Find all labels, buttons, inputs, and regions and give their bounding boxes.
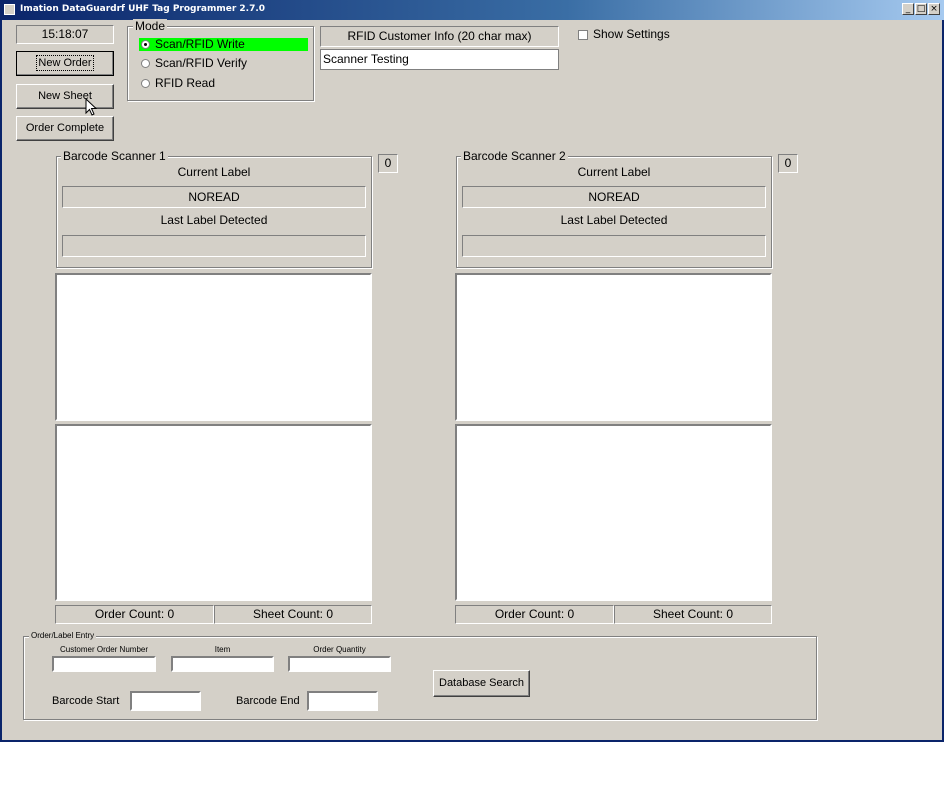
item-input[interactable] bbox=[171, 656, 274, 672]
barcode-scanner-2-legend: Barcode Scanner 2 bbox=[461, 149, 568, 163]
mouse-cursor-icon bbox=[85, 98, 97, 116]
scanner-1-sheet-count: Sheet Count: 0 bbox=[214, 605, 372, 624]
database-search-label: Database Search bbox=[439, 677, 524, 689]
scanner-1-log-list-bottom[interactable] bbox=[55, 424, 372, 601]
show-settings-checkbox[interactable] bbox=[578, 30, 588, 40]
scanner-2-last-label-title: Last Label Detected bbox=[560, 213, 668, 227]
mode-label-read[interactable]: RFID Read bbox=[155, 76, 215, 90]
barcode-scanner-1-legend: Barcode Scanner 1 bbox=[61, 149, 168, 163]
maximize-icon[interactable]: □ bbox=[915, 3, 927, 15]
order-quantity-input[interactable] bbox=[288, 656, 391, 672]
show-settings-label[interactable]: Show Settings bbox=[593, 27, 670, 41]
database-search-button[interactable]: Database Search bbox=[433, 670, 530, 697]
scanner-1-counter: 0 bbox=[378, 154, 398, 173]
scanner-2-last-label-value bbox=[462, 235, 766, 257]
item-label: Item bbox=[214, 645, 231, 654]
mode-label-write[interactable]: Scan/RFID Write bbox=[155, 37, 245, 51]
scanner-2-current-label-title: Current Label bbox=[577, 165, 651, 179]
scanner-1-last-label-title: Last Label Detected bbox=[160, 213, 268, 227]
app-icon[interactable] bbox=[4, 4, 15, 15]
scanner-1-last-label-value bbox=[62, 235, 366, 257]
mode-label-verify[interactable]: Scan/RFID Verify bbox=[155, 56, 247, 70]
clock-display: 15:18:07 bbox=[16, 25, 114, 44]
close-icon[interactable]: × bbox=[928, 3, 940, 15]
rfid-customer-info-input[interactable]: Scanner Testing bbox=[320, 49, 559, 70]
order-quantity-label: Order Quantity bbox=[313, 645, 366, 654]
scanner-2-log-list-top[interactable] bbox=[455, 273, 772, 421]
customer-order-number-input[interactable] bbox=[52, 656, 156, 672]
new-order-button[interactable]: New Order bbox=[16, 51, 114, 76]
scanner-2-log-list-bottom[interactable] bbox=[455, 424, 772, 601]
order-label-entry-legend: Order/Label Entry bbox=[29, 631, 97, 640]
title-bar[interactable]: Imation DataGuardrf UHF Tag Programmer 2… bbox=[0, 0, 944, 20]
customer-order-number-label: Customer Order Number bbox=[59, 645, 149, 654]
barcode-end-input[interactable] bbox=[307, 691, 378, 711]
mode-radio-write[interactable] bbox=[141, 40, 150, 49]
rfid-customer-info-label: RFID Customer Info (20 char max) bbox=[320, 26, 559, 47]
scanner-1-current-label-title: Current Label bbox=[177, 165, 251, 179]
scanner-2-current-label-value: NOREAD bbox=[462, 186, 766, 208]
barcode-end-label: Barcode End bbox=[236, 695, 300, 707]
minimize-icon[interactable]: _ bbox=[902, 3, 914, 15]
scanner-2-sheet-count: Sheet Count: 0 bbox=[614, 605, 772, 624]
barcode-start-label: Barcode Start bbox=[52, 695, 120, 707]
mode-radio-read[interactable] bbox=[141, 79, 150, 88]
new-order-label: New Order bbox=[36, 55, 94, 71]
scanner-1-log-list-top[interactable] bbox=[55, 273, 372, 421]
scanner-1-order-count: Order Count: 0 bbox=[55, 605, 214, 624]
scanner-1-current-label-value: NOREAD bbox=[62, 186, 366, 208]
new-sheet-button[interactable]: New Sheet bbox=[16, 84, 114, 109]
mode-radio-verify[interactable] bbox=[141, 59, 150, 68]
order-complete-label: Order Complete bbox=[25, 122, 105, 134]
order-complete-button[interactable]: Order Complete bbox=[16, 116, 114, 141]
window-title: Imation DataGuardrf UHF Tag Programmer 2… bbox=[20, 4, 266, 14]
barcode-start-input[interactable] bbox=[130, 691, 201, 711]
scanner-2-order-count: Order Count: 0 bbox=[455, 605, 614, 624]
new-sheet-label: New Sheet bbox=[38, 90, 92, 102]
mode-legend: Mode bbox=[133, 19, 168, 33]
scanner-2-counter: 0 bbox=[778, 154, 798, 173]
